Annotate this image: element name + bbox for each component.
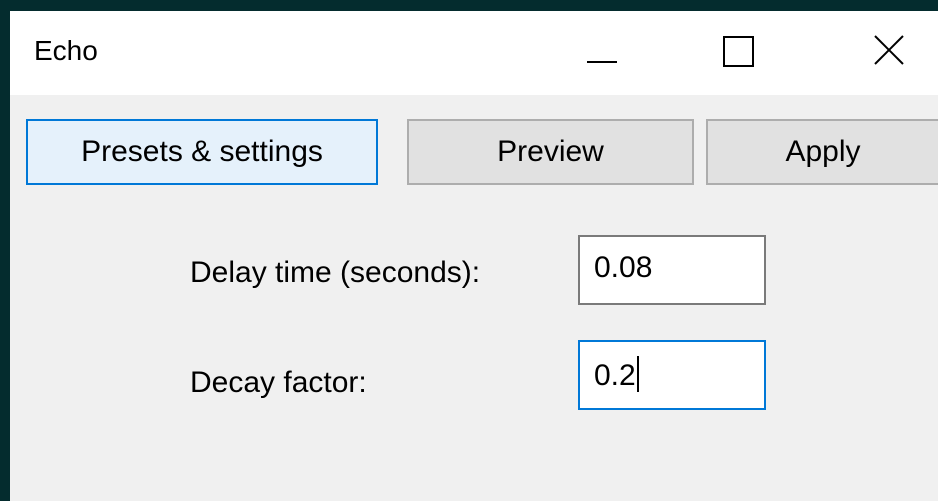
delay-time-input[interactable]: 0.08: [578, 235, 766, 305]
delay-time-label: Delay time (seconds):: [190, 256, 481, 289]
decay-factor-label: Decay factor:: [190, 366, 367, 399]
maximize-icon: [723, 36, 754, 67]
decay-factor-value: 0.2: [594, 359, 636, 392]
apply-button[interactable]: Apply: [706, 119, 938, 185]
decay-factor-input[interactable]: 0.2: [578, 340, 766, 410]
window-title: Echo: [34, 35, 98, 66]
minimize-icon: [587, 61, 617, 63]
delay-time-value: 0.08: [594, 251, 653, 284]
echo-dialog: Echo Presets & settings Preview Apply De…: [10, 11, 938, 501]
preview-button[interactable]: Preview: [407, 119, 694, 185]
presets-settings-button[interactable]: Presets & settings: [26, 119, 378, 185]
close-button[interactable]: [846, 11, 936, 95]
maximize-button[interactable]: [692, 11, 782, 95]
close-icon: [874, 35, 904, 65]
text-caret: [636, 356, 639, 392]
title-bar[interactable]: Echo: [10, 11, 938, 95]
minimize-button[interactable]: [556, 11, 646, 95]
